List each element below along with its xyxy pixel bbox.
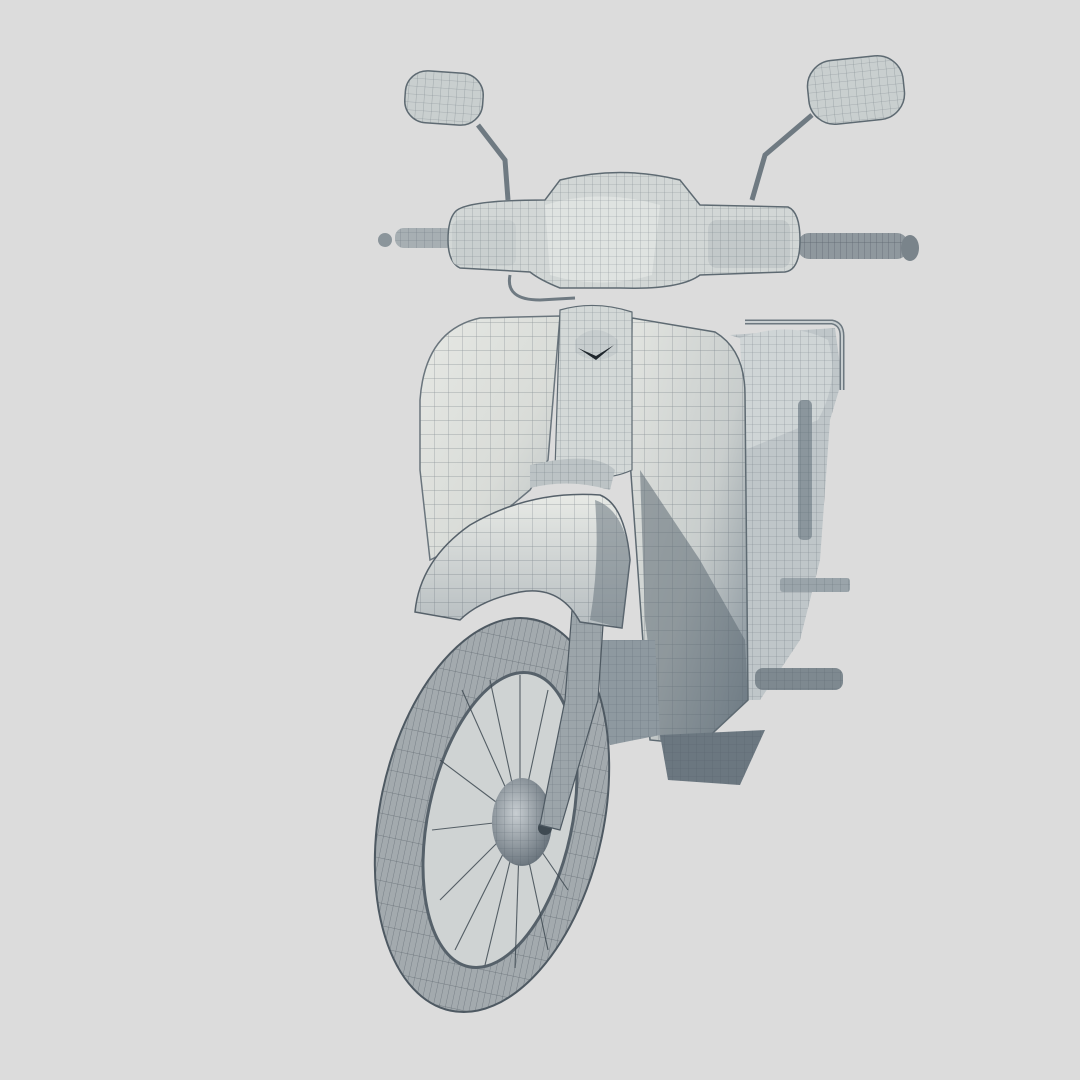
render-viewport — [0, 0, 1080, 1080]
bar-end-right — [901, 235, 919, 261]
bar-end-left — [378, 233, 392, 247]
scooter-wireframe-render — [373, 54, 919, 1014]
footrest-lower — [755, 668, 843, 690]
handlebar-assembly — [378, 171, 919, 302]
mirror-left — [404, 70, 511, 201]
footrest-upper — [780, 578, 850, 592]
mirror-right — [749, 54, 906, 201]
